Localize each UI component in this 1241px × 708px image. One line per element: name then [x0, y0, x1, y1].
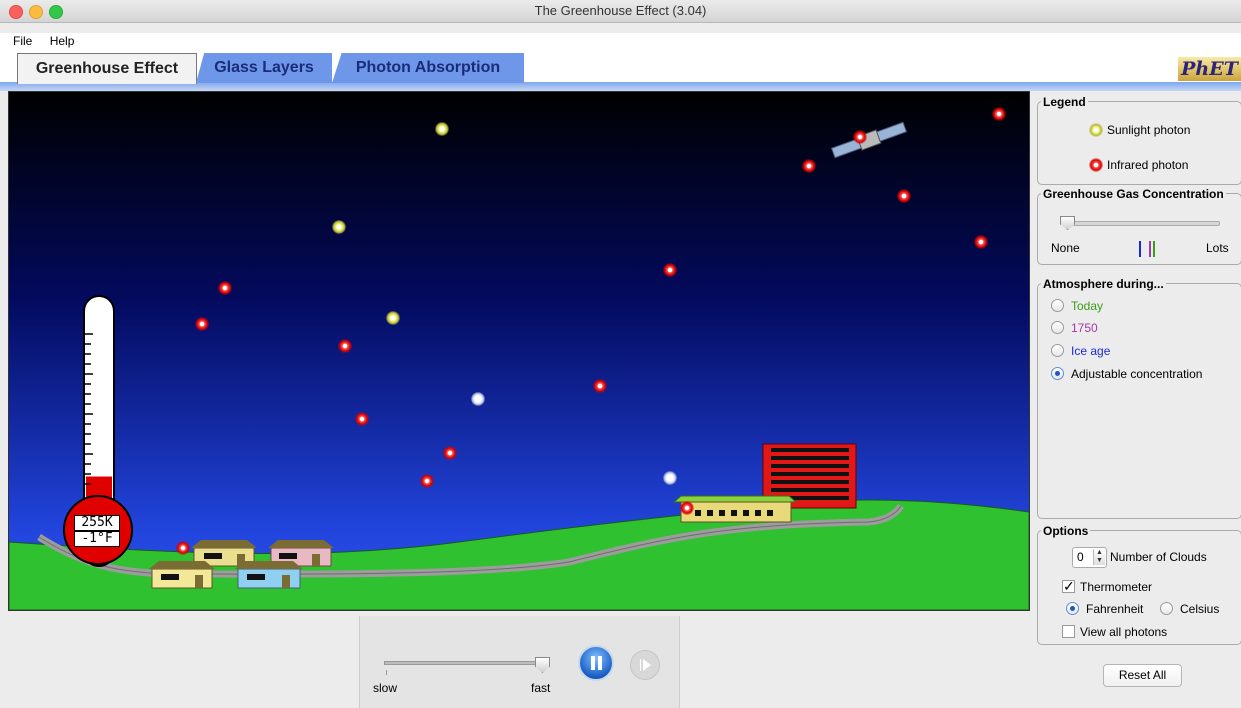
menu-bar: File Help: [0, 33, 1241, 50]
infrared-photon: [218, 281, 232, 295]
satellite: [830, 121, 908, 159]
infrared-photon: [974, 235, 988, 249]
tab-greenhouse-effect[interactable]: Greenhouse Effect: [17, 53, 197, 84]
thermometer-fahrenheit-readout: -1°F: [74, 531, 120, 547]
concentration-slider-track[interactable]: [1066, 221, 1220, 226]
concentration-marker-1750: [1149, 241, 1151, 257]
spinner-arrows-icon[interactable]: ▲ ▼: [1093, 549, 1105, 565]
step-forward-arrow: [643, 659, 651, 671]
scene-drawing: [9, 121, 1029, 610]
sunlight-photon: [332, 220, 346, 234]
sunlight-photon: [663, 471, 677, 485]
pause-button[interactable]: [578, 645, 614, 681]
options-title: Options: [1041, 524, 1091, 538]
phet-logo[interactable]: PhET: [1178, 57, 1241, 81]
house-4: [235, 561, 303, 589]
tab-glass-layers[interactable]: Glass Layers: [196, 53, 332, 83]
radio-adjustable-concentration[interactable]: [1051, 367, 1064, 380]
sunlight-photon: [471, 392, 485, 406]
infrared-photon: [802, 159, 816, 173]
window-titlebar: The Greenhouse Effect (3.04): [0, 0, 1241, 23]
sunlight-photon: [435, 122, 449, 136]
legend-sunlight-label: Sunlight photon: [1107, 123, 1191, 137]
infrared-photon: [338, 339, 352, 353]
menu-file[interactable]: File: [13, 33, 32, 50]
reset-all-button[interactable]: Reset All: [1103, 664, 1182, 687]
sunlight-photon-icon: [1089, 123, 1103, 137]
infrared-photon: [355, 412, 369, 426]
concentration-marker-ice-age: [1139, 241, 1141, 257]
radio-today[interactable]: [1051, 299, 1064, 312]
label-ice-age[interactable]: Ice age: [1071, 344, 1110, 358]
speed-slow-label: slow: [373, 681, 398, 695]
concentration-title: Greenhouse Gas Concentration: [1041, 187, 1226, 201]
atmosphere-title: Atmosphere during...: [1041, 277, 1166, 291]
infrared-photon: [593, 379, 607, 393]
clouds-spinner-value[interactable]: 0: [1077, 550, 1084, 564]
concentration-max-label: Lots: [1206, 241, 1229, 255]
speed-slider-tick: [386, 670, 387, 675]
speed-slider-track[interactable]: [384, 661, 542, 665]
atmosphere-panel: [1037, 283, 1241, 519]
sunlight-photon: [386, 311, 400, 325]
speed-fast-label: fast: [531, 681, 551, 695]
step-forward-icon: [640, 659, 641, 671]
pause-icon: [591, 656, 595, 670]
infrared-photon: [853, 130, 867, 144]
label-1750[interactable]: 1750: [1071, 321, 1098, 335]
tab-photon-absorption[interactable]: Photon Absorption: [332, 53, 524, 83]
label-today[interactable]: Today: [1071, 299, 1103, 313]
infrared-photon: [897, 189, 911, 203]
house-3: [149, 561, 215, 589]
clouds-spinner[interactable]: 0 ▲ ▼: [1072, 547, 1107, 568]
thermometer-kelvin-readout: 255K: [74, 515, 120, 531]
infrared-photon: [680, 501, 694, 515]
radio-celsius[interactable]: [1160, 602, 1173, 615]
thermometer-checkbox-label[interactable]: Thermometer: [1080, 580, 1152, 594]
radio-1750[interactable]: [1051, 321, 1064, 334]
infrared-photon: [663, 263, 677, 277]
infrared-photon: [443, 446, 457, 460]
legend-panel: [1037, 101, 1241, 185]
concentration-min-label: None: [1051, 241, 1080, 255]
legend-infrared-label: Infrared photon: [1107, 158, 1189, 172]
label-celsius[interactable]: Celsius: [1180, 602, 1219, 616]
menu-help[interactable]: Help: [50, 33, 75, 50]
clouds-label: Number of Clouds: [1110, 550, 1207, 564]
pause-icon-bar: [598, 656, 602, 670]
radio-ice-age[interactable]: [1051, 344, 1064, 357]
view-all-photons-checkbox[interactable]: [1062, 625, 1075, 638]
window-title: The Greenhouse Effect (3.04): [534, 3, 707, 18]
infrared-photon: [992, 107, 1006, 121]
label-adjustable-concentration[interactable]: Adjustable concentration: [1071, 367, 1202, 381]
infrared-photon: [420, 474, 434, 488]
infrared-photon: [176, 541, 190, 555]
view-all-photons-label[interactable]: View all photons: [1080, 625, 1167, 639]
thermometer-checkbox[interactable]: ✓: [1062, 579, 1075, 593]
ground-hills: [9, 499, 1029, 610]
step-button[interactable]: [630, 650, 660, 680]
label-fahrenheit[interactable]: Fahrenheit: [1086, 602, 1143, 616]
infrared-photon: [195, 317, 209, 331]
simulation-scene: 255K -1°F: [8, 91, 1030, 611]
concentration-marker-today: [1153, 241, 1155, 257]
legend-title: Legend: [1041, 95, 1088, 109]
radio-fahrenheit[interactable]: [1066, 602, 1079, 615]
infrared-photon-icon: [1089, 158, 1103, 172]
